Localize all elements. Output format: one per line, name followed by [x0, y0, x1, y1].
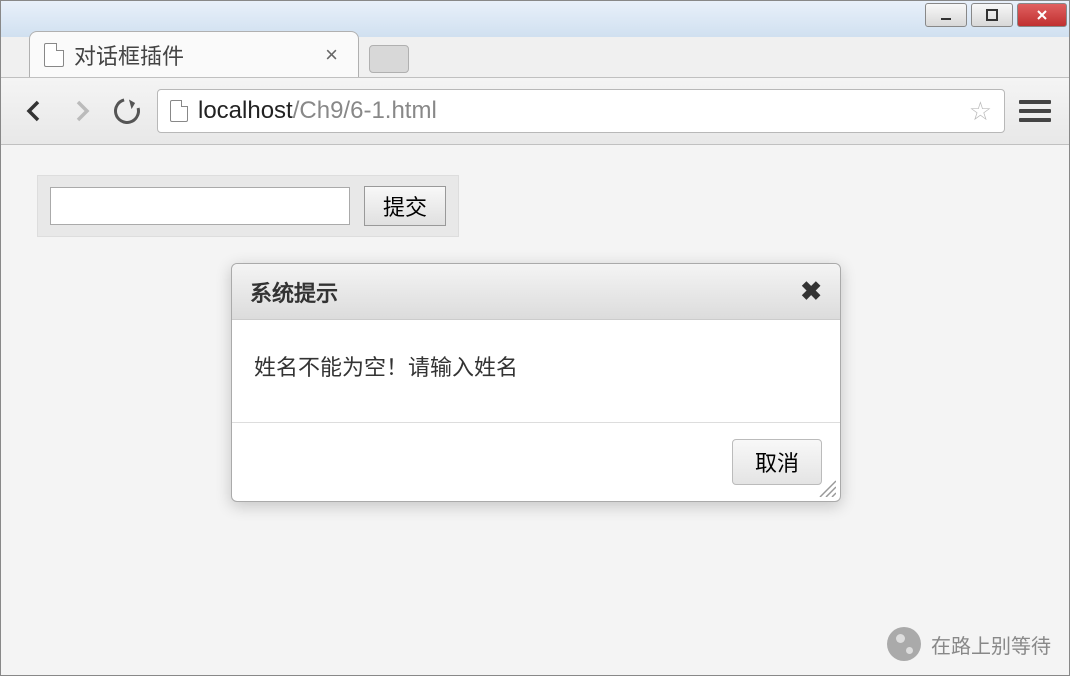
dialog-close-icon[interactable]: ✖	[800, 276, 822, 307]
watermark-text: 在路上别等待	[931, 630, 1051, 659]
tab-strip: 对话框插件 ×	[29, 31, 409, 77]
tab-close-icon[interactable]: ×	[319, 42, 344, 68]
page-icon	[44, 43, 64, 67]
page-icon	[170, 100, 188, 122]
submit-button[interactable]: 提交	[364, 186, 446, 226]
window-frame: 对话框插件 × localhost /Ch9/6-1.html ☆ 提交	[0, 0, 1070, 676]
name-input[interactable]	[50, 187, 350, 225]
forward-button[interactable]	[65, 95, 97, 127]
wechat-icon	[887, 627, 921, 661]
dialog-titlebar[interactable]: 系统提示 ✖	[232, 264, 840, 320]
menu-button[interactable]	[1019, 95, 1051, 127]
browser-tab[interactable]: 对话框插件 ×	[29, 31, 359, 77]
address-host: localhost	[198, 97, 293, 125]
form-row: 提交	[37, 175, 459, 237]
reload-button[interactable]	[111, 95, 143, 127]
close-button[interactable]	[1017, 3, 1067, 27]
dialog-title-text: 系统提示	[250, 276, 338, 308]
minimize-button[interactable]	[925, 3, 967, 27]
new-tab-button[interactable]	[369, 45, 409, 73]
dialog-message: 姓名不能为空！请输入姓名	[254, 355, 518, 380]
system-dialog: 系统提示 ✖ 姓名不能为空！请输入姓名 取消	[231, 263, 841, 502]
bookmark-star-icon[interactable]: ☆	[969, 96, 992, 127]
address-bar[interactable]: localhost /Ch9/6-1.html ☆	[157, 89, 1005, 133]
watermark: 在路上别等待	[887, 627, 1051, 661]
browser-toolbar: localhost /Ch9/6-1.html ☆	[1, 77, 1069, 145]
address-path: /Ch9/6-1.html	[293, 97, 437, 125]
reload-icon	[109, 93, 145, 129]
maximize-button[interactable]	[971, 3, 1013, 27]
dialog-body: 姓名不能为空！请输入姓名	[232, 320, 840, 423]
back-button[interactable]	[19, 95, 51, 127]
cancel-button[interactable]: 取消	[732, 439, 822, 485]
tab-title: 对话框插件	[74, 39, 184, 71]
resize-grip[interactable]	[816, 477, 836, 497]
dialog-footer: 取消	[232, 423, 840, 501]
